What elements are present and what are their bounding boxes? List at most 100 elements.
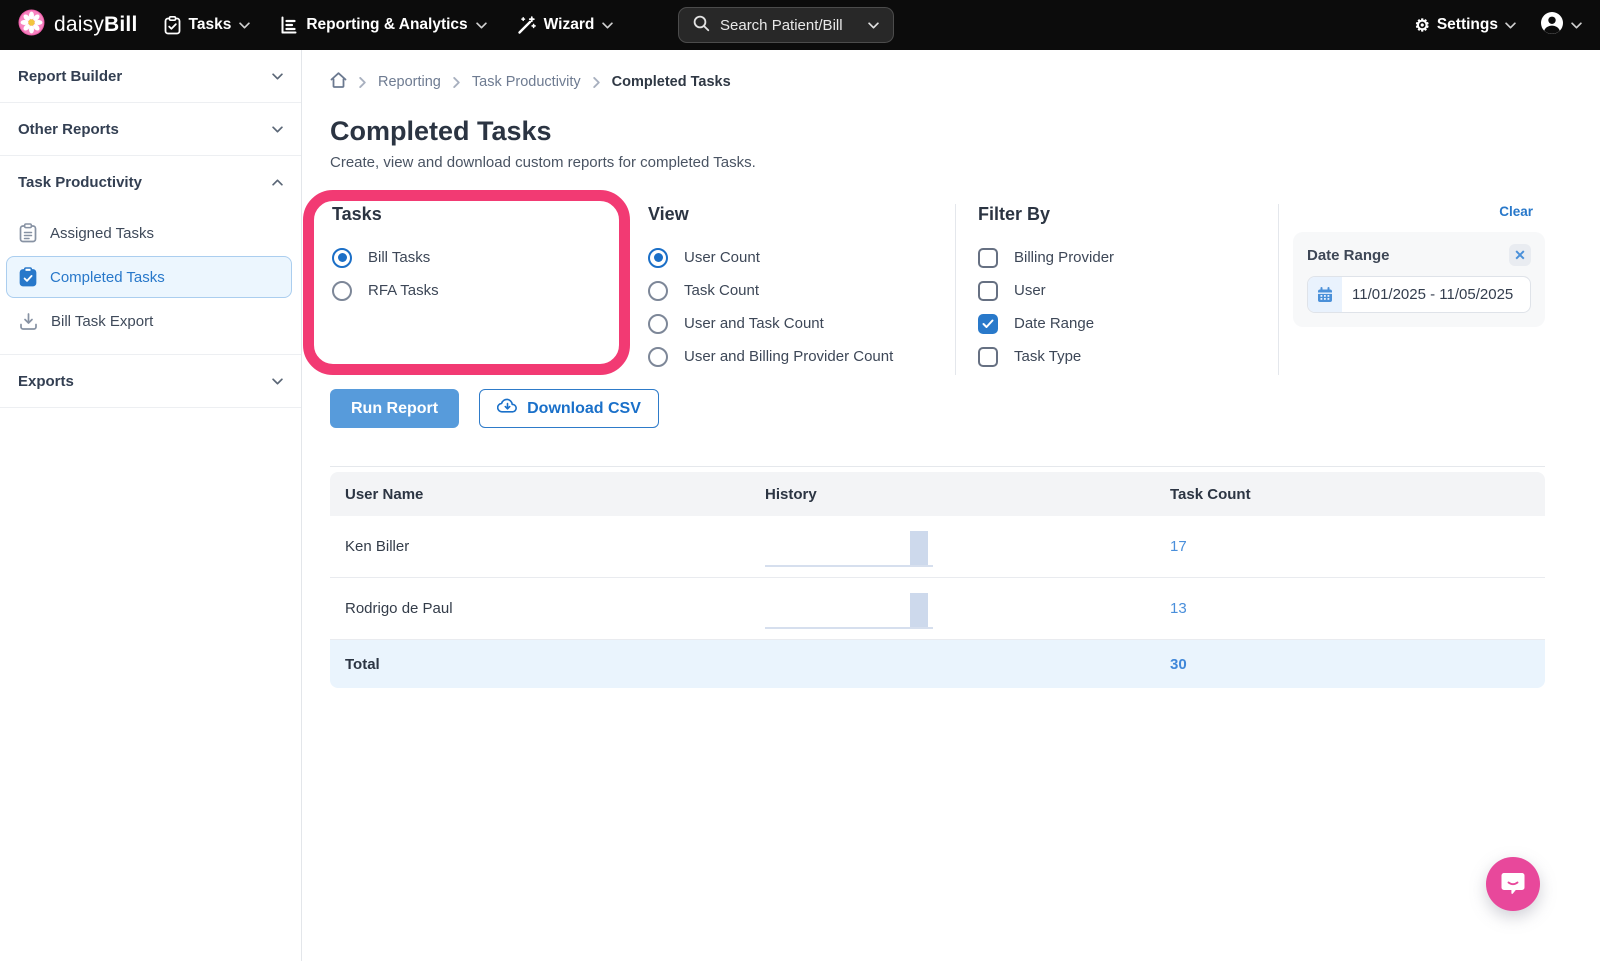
- breadcrumb-link-reporting[interactable]: Reporting: [378, 74, 441, 90]
- active-filters-panel: Clear Date Range ✕: [1279, 197, 1545, 375]
- table-row: Ken Biller 17: [330, 516, 1545, 578]
- radio-task-count[interactable]: Task Count: [648, 274, 955, 307]
- section-label: Report Builder: [18, 67, 123, 85]
- chevron-down-icon: [475, 21, 487, 29]
- history-sparkline: [765, 527, 933, 567]
- table-row: Rodrigo de Paul 13: [330, 578, 1545, 640]
- nav-account-menu[interactable]: [1540, 11, 1582, 40]
- checkbox-task-type[interactable]: Task Type: [978, 340, 1278, 373]
- radio-rfa-tasks[interactable]: RFA Tasks: [332, 274, 648, 307]
- checkbox-unchecked-icon: [978, 280, 998, 301]
- history-cell: [750, 527, 1155, 567]
- chevron-up-icon: [272, 178, 283, 186]
- bar-chart-icon: [280, 16, 298, 34]
- sidebar-item-bill-task-export[interactable]: Bill Task Export: [6, 300, 292, 342]
- chevron-down-icon: [272, 72, 283, 80]
- chevron-down-icon: [1571, 21, 1582, 29]
- task-count-link[interactable]: 17: [1155, 538, 1545, 555]
- sidebar-item-assigned-tasks[interactable]: Assigned Tasks: [6, 212, 292, 254]
- radio-user-and-task-count[interactable]: User and Task Count: [648, 307, 955, 340]
- tasks-heading: Tasks: [332, 204, 382, 224]
- sidebar-section-task-productivity[interactable]: Task Productivity: [0, 156, 301, 208]
- chat-widget-button[interactable]: [1486, 857, 1540, 911]
- nav-menu-tasks[interactable]: Tasks: [164, 15, 251, 35]
- sidebar-section-other-reports[interactable]: Other Reports: [0, 103, 301, 155]
- checkbox-label: Task Type: [1014, 348, 1082, 365]
- radio-label: User and Task Count: [684, 315, 824, 332]
- home-icon[interactable]: [330, 72, 347, 92]
- breadcrumb-separator-icon: [592, 76, 600, 88]
- report-filters: Tasks Bill Tasks RFA Tasks View User Cou…: [303, 190, 1545, 375]
- sidebar-section-exports[interactable]: Exports: [0, 355, 301, 407]
- checkbox-billing-provider[interactable]: Billing Provider: [978, 241, 1278, 274]
- checkbox-unchecked-icon: [978, 346, 998, 367]
- download-csv-label: Download CSV: [527, 399, 641, 417]
- radio-label: RFA Tasks: [368, 282, 439, 299]
- checkbox-date-range[interactable]: Date Range: [978, 307, 1278, 340]
- filter-by-section: Filter By Billing Provider User Date Ran…: [956, 197, 1278, 375]
- breadcrumb-link-task-productivity[interactable]: Task Productivity: [472, 74, 581, 90]
- chevron-down-icon: [272, 125, 283, 133]
- radio-label: User Count: [684, 249, 760, 266]
- section-label: Exports: [18, 372, 74, 390]
- column-header-history: History: [765, 485, 817, 503]
- radio-unselected-icon: [332, 280, 352, 301]
- view-section: View User Count Task Count User and Task…: [648, 197, 955, 375]
- daisy-flower-icon: [18, 9, 45, 41]
- brand-name: daisyBill: [54, 13, 138, 36]
- table-total-row: Total 30: [330, 640, 1545, 688]
- date-range-input-wrap[interactable]: [1307, 276, 1531, 313]
- sidebar-item-completed-tasks[interactable]: Completed Tasks: [6, 256, 292, 298]
- checkbox-user[interactable]: User: [978, 274, 1278, 307]
- table-header-row: User Name History Task Count: [330, 472, 1545, 516]
- date-range-label: Date Range: [1307, 246, 1390, 264]
- main-content: Reporting Task Productivity Completed Ta…: [302, 50, 1600, 961]
- user-name-cell: Rodrigo de Paul: [345, 600, 453, 617]
- page-title: Completed Tasks: [330, 116, 552, 146]
- sidebar-item-label: Completed Tasks: [50, 268, 165, 286]
- checkbox-label: Billing Provider: [1014, 249, 1115, 266]
- sidebar-item-label: Bill Task Export: [51, 312, 154, 330]
- daisybill-logo[interactable]: daisyBill: [18, 9, 138, 41]
- sidebar-section-report-builder[interactable]: Report Builder: [0, 50, 301, 102]
- table-top-divider: [330, 466, 1545, 467]
- chevron-down-icon: [272, 377, 283, 385]
- breadcrumb-separator-icon: [453, 76, 460, 88]
- chat-bubble-icon: [1499, 869, 1527, 900]
- nav-settings[interactable]: ⚙ Settings: [1415, 16, 1516, 34]
- user-avatar-icon: [1540, 11, 1564, 40]
- download-csv-button[interactable]: Download CSV: [479, 389, 659, 428]
- nav-menu-wizard-label: Wizard: [543, 16, 595, 33]
- date-range-card: Date Range ✕: [1293, 232, 1545, 327]
- radio-unselected-icon: [648, 280, 668, 301]
- clipboard-check-icon: [19, 267, 37, 287]
- total-count-link[interactable]: 30: [1155, 656, 1545, 673]
- chevron-down-icon: [602, 21, 614, 29]
- nav-menu-tasks-label: Tasks: [188, 16, 232, 33]
- checkbox-unchecked-icon: [978, 247, 998, 268]
- sparkline-baseline: [765, 626, 933, 629]
- radio-bill-tasks[interactable]: Bill Tasks: [332, 241, 648, 274]
- remove-date-range-button[interactable]: ✕: [1509, 244, 1531, 266]
- clear-filters-link[interactable]: Clear: [1499, 204, 1545, 219]
- checkbox-label: User: [1014, 282, 1046, 299]
- results-table: User Name History Task Count Ken Biller …: [330, 472, 1545, 688]
- task-count-link[interactable]: 13: [1155, 600, 1545, 617]
- sparkline-bar: [910, 530, 928, 565]
- date-range-input[interactable]: [1342, 286, 1530, 303]
- user-name-cell: Ken Biller: [345, 538, 410, 555]
- radio-user-count[interactable]: User Count: [648, 241, 955, 274]
- nav-menu-wizard[interactable]: Wizard: [517, 15, 614, 35]
- run-report-button[interactable]: Run Report: [330, 389, 460, 428]
- radio-selected-icon: [332, 247, 352, 268]
- action-buttons: Run Report Download CSV: [330, 389, 1545, 428]
- breadcrumb-current: Completed Tasks: [611, 74, 731, 90]
- radio-user-and-billing-provider-count[interactable]: User and Billing Provider Count: [648, 340, 955, 373]
- nav-menu-reporting-analytics[interactable]: Reporting & Analytics: [280, 16, 487, 34]
- sidebar: Report Builder Other Reports Task Produc…: [0, 50, 302, 961]
- radio-unselected-icon: [648, 313, 668, 334]
- section-label: Other Reports: [18, 120, 119, 138]
- history-sparkline: [765, 589, 933, 629]
- search-icon: [693, 15, 710, 36]
- search-patient-bill[interactable]: Search Patient/Bill: [678, 7, 894, 43]
